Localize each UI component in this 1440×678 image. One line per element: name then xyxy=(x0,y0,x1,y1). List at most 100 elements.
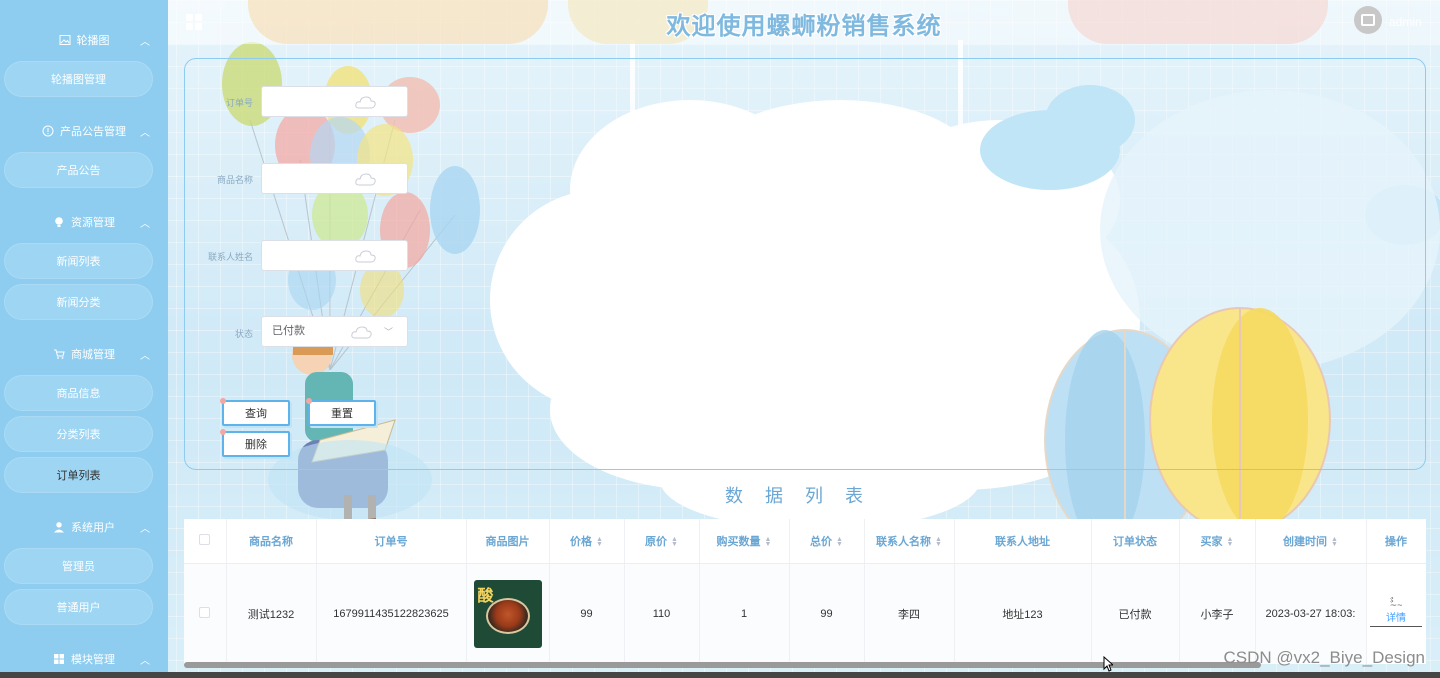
menu-item-category-list[interactable]: 分类列表 xyxy=(4,416,153,452)
cell-product-image: 酸 xyxy=(466,563,550,664)
column-header-label: 买家 xyxy=(1200,535,1223,548)
chevron-up-icon: ︿ xyxy=(140,351,150,362)
order-no-input[interactable] xyxy=(261,86,408,117)
column-header: 商品名称 xyxy=(226,519,317,564)
column-header: 订单号 xyxy=(316,519,467,564)
status-select[interactable]: 已付款 ﹀ xyxy=(261,316,408,347)
cell-order-no: 1679911435122823625 xyxy=(316,563,467,664)
cell-quantity: 1 xyxy=(699,563,790,664)
menu-group-system-users[interactable]: 系统用户 ︿ xyxy=(0,512,168,542)
watermark: CSDN @vx2_Biye_Design xyxy=(1223,648,1425,667)
chevron-up-icon: ︿ xyxy=(140,128,150,139)
row-checkbox[interactable] xyxy=(199,606,211,618)
column-header-sortable[interactable]: 创建时间 ▲ ▼ xyxy=(1255,519,1367,564)
window-bottom-edge xyxy=(0,672,1440,678)
sort-icon[interactable]: ▲ ▼ xyxy=(836,536,843,548)
sort-icon[interactable]: ▲ ▼ xyxy=(671,536,678,548)
menu-item-admins[interactable]: 管理员 xyxy=(4,548,153,584)
column-header-label: 创建时间 xyxy=(1283,535,1328,548)
detail-link[interactable]: 详情 xyxy=(1370,609,1422,627)
sidebar: 轮播图 ︿ 轮播图管理 产品公告管理 ︿ 产品公告 资源管理 ︿ 新闻列表 新闻… xyxy=(0,0,168,678)
menu-item-news-category[interactable]: 新闻分类 xyxy=(4,284,153,320)
query-button[interactable]: 查询 xyxy=(220,398,290,426)
column-header-sortable[interactable]: 价格 ▲ ▼ xyxy=(549,519,625,564)
ornament-icon: ~ٌٌ~ xyxy=(1389,599,1403,610)
grid-icon xyxy=(53,653,65,665)
delete-button[interactable]: 删除 xyxy=(220,429,290,457)
column-header-label: 总价 xyxy=(810,535,833,548)
select-all-cell[interactable] xyxy=(184,519,227,564)
menu-group-label: 资源管理 xyxy=(71,217,115,229)
horizontal-scrollbar[interactable] xyxy=(184,662,1261,668)
menu-group-label: 模块管理 xyxy=(71,654,115,666)
menu-group-label: 产品公告管理 xyxy=(60,126,126,138)
column-header-sortable[interactable]: 购买数量 ▲ ▼ xyxy=(699,519,790,564)
cell-product-name: 测试1232 xyxy=(226,563,317,664)
menu-group-label: 系统用户 xyxy=(71,522,115,534)
chevron-up-icon: ︿ xyxy=(140,524,150,535)
column-header-sortable[interactable]: 原价 ▲ ▼ xyxy=(624,519,700,564)
column-header: 操作 xyxy=(1365,519,1426,564)
status-select-value: 已付款 xyxy=(272,325,305,337)
chevron-up-icon: ︿ xyxy=(140,37,150,48)
contact-name-input[interactable] xyxy=(261,240,408,271)
menu-group-mall[interactable]: 商城管理 ︿ xyxy=(0,339,168,369)
sort-icon[interactable]: ▲ ▼ xyxy=(596,536,603,548)
column-header-label: 联系人名称 xyxy=(876,535,932,548)
lightbulb-icon xyxy=(53,216,65,228)
cell-original-price: 110 xyxy=(624,563,700,664)
sort-icon[interactable]: ▲ ▼ xyxy=(765,536,772,548)
menu-group-label: 商城管理 xyxy=(71,349,115,361)
cloud-icon xyxy=(355,173,376,186)
cloud-icon xyxy=(351,326,372,339)
sort-icon[interactable]: ▲ ▼ xyxy=(1331,536,1338,548)
chevron-up-icon: ︿ xyxy=(140,219,150,230)
sort-icon[interactable]: ▲ ▼ xyxy=(1227,536,1234,548)
menu-group-modules[interactable]: 模块管理 ︿ xyxy=(0,644,168,674)
sort-icon[interactable]: ▲ ▼ xyxy=(935,536,942,548)
select-all-checkbox[interactable] xyxy=(199,533,211,545)
column-header-label: 价格 xyxy=(570,535,593,548)
list-title: 数据列表 xyxy=(725,486,885,506)
noodle-bowl-icon xyxy=(485,597,530,634)
column-header-sortable[interactable]: 总价 ▲ ▼ xyxy=(789,519,865,564)
info-circle-icon xyxy=(42,125,54,137)
avatar-image-icon xyxy=(1361,14,1375,26)
cloud-icon xyxy=(355,250,376,263)
menu-item-announcement[interactable]: 产品公告 xyxy=(4,152,153,188)
username-label[interactable]: admin xyxy=(1389,15,1422,29)
column-header: 联系人地址 xyxy=(954,519,1092,564)
column-header: 商品图片 xyxy=(466,519,550,564)
avatar[interactable] xyxy=(1354,6,1382,34)
menu-group-resources[interactable]: 资源管理 ︿ xyxy=(0,207,168,237)
chevron-up-icon: ︿ xyxy=(140,656,150,667)
page-title: 欢迎使用螺蛳粉销售系统 xyxy=(666,13,942,40)
menu-item-order-list[interactable]: 订单列表 xyxy=(4,457,153,493)
menu-group-carousel[interactable]: 轮播图 ︿ xyxy=(0,25,168,55)
cell-order-status: 已付款 xyxy=(1091,563,1180,664)
menu-group-announcement[interactable]: 产品公告管理 ︿ xyxy=(0,116,168,146)
chevron-down-icon: ﹀ xyxy=(383,327,393,337)
product-image[interactable]: 酸 xyxy=(473,579,542,648)
product-image-lettering: 酸 xyxy=(477,587,494,605)
row-select-cell[interactable] xyxy=(184,563,227,664)
column-header-sortable[interactable]: 联系人名称 ▲ ▼ xyxy=(864,519,955,564)
column-header-label: 原价 xyxy=(645,535,668,548)
user-icon xyxy=(53,521,65,533)
product-name-input[interactable] xyxy=(261,163,408,194)
reset-button[interactable]: 重置 xyxy=(306,398,376,426)
menu-item-carousel-manage[interactable]: 轮播图管理 xyxy=(4,61,153,97)
menu-item-product-info[interactable]: 商品信息 xyxy=(4,375,153,411)
cell-contact-address: 地址123 xyxy=(954,563,1092,664)
table-header-row: 商品名称 订单号 商品图片 价格 ▲ ▼ 原价 ▲ ▼ 购买数量 ▲ ▼ 总价 ▲ ▼ 联系人名… xyxy=(184,519,1426,564)
column-header: 订单状态 xyxy=(1091,519,1180,564)
cell-price: 99 xyxy=(549,563,625,664)
top-header: 欢迎使用螺蛳粉销售系统 admin xyxy=(168,0,1440,44)
menu-item-normal-users[interactable]: 普通用户 xyxy=(4,589,153,625)
menu-item-news-list[interactable]: 新闻列表 xyxy=(4,243,153,279)
mouse-cursor-icon xyxy=(1103,656,1113,672)
data-table: 商品名称 订单号 商品图片 价格 ▲ ▼ 原价 ▲ ▼ 购买数量 ▲ ▼ 总价 ▲ ▼ 联系人名… xyxy=(184,519,1426,667)
column-header-label: 购买数量 xyxy=(716,535,761,548)
column-header-sortable[interactable]: 买家 ▲ ▼ xyxy=(1179,519,1256,564)
cell-contact-name: 李四 xyxy=(864,563,955,664)
